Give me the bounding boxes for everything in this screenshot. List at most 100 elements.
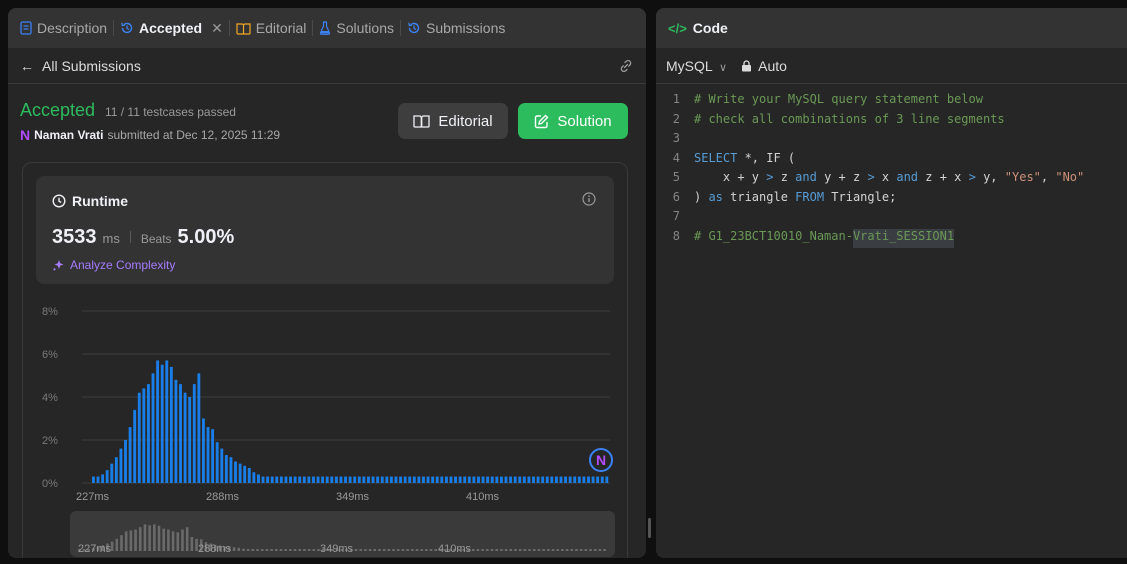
chart-bar[interactable] — [284, 476, 288, 483]
chart-bar[interactable] — [133, 409, 137, 483]
chart-bar[interactable] — [385, 476, 389, 483]
chart-bar[interactable] — [128, 427, 132, 483]
chart-bar[interactable] — [137, 392, 141, 483]
chart-bar[interactable] — [147, 384, 150, 483]
back-arrow-icon[interactable]: ← — [20, 58, 34, 74]
chart-bar[interactable] — [472, 476, 476, 483]
code-editor[interactable]: 1 # Write your MySQL query statement belo… — [656, 84, 1127, 248]
your-runtime-marker[interactable]: N — [589, 448, 613, 472]
code-line[interactable]: 1 # Write your MySQL query statement belo… — [656, 92, 1127, 112]
code-line[interactable]: 6) as triangle FROM Triangle; — [656, 190, 1127, 210]
username[interactable]: Naman Vrati — [34, 128, 103, 142]
chart-bar[interactable] — [367, 476, 370, 483]
chart-bar[interactable] — [600, 476, 604, 483]
chart-bar[interactable] — [591, 476, 595, 483]
chart-bar[interactable] — [252, 472, 256, 483]
chart-bar[interactable] — [596, 476, 600, 483]
code-line[interactable]: 2 # check all combinations of 3 line segm… — [656, 112, 1127, 132]
chart-bar[interactable] — [412, 476, 416, 483]
chart-bar[interactable] — [266, 476, 270, 483]
chart-bar[interactable] — [449, 476, 453, 483]
chart-bar[interactable] — [289, 476, 292, 483]
info-icon[interactable] — [582, 192, 596, 209]
chart-bar[interactable] — [96, 476, 100, 483]
panel-resize-handle[interactable] — [648, 518, 651, 538]
chart-bar[interactable] — [545, 476, 549, 483]
chart-bar[interactable] — [334, 476, 338, 483]
language-select[interactable]: MySQL ∨ — [666, 58, 727, 74]
chart-bar[interactable] — [564, 476, 568, 483]
chart-bar[interactable] — [206, 427, 210, 483]
chart-bar[interactable] — [559, 476, 563, 483]
chart-bar[interactable] — [307, 476, 311, 483]
chart-bar[interactable] — [151, 373, 155, 483]
chart-bar[interactable] — [536, 476, 540, 483]
chart-bar[interactable] — [426, 476, 430, 483]
code-line[interactable]: 8 # G1_23BCT10010_Naman- Vrati_SESSION1 — [656, 228, 1127, 248]
user-avatar[interactable]: N — [20, 127, 30, 143]
chart-bar[interactable] — [293, 476, 297, 483]
chart-bar[interactable] — [490, 476, 494, 483]
chart-bar[interactable] — [481, 476, 485, 483]
chart-bar[interactable] — [417, 476, 421, 483]
chart-bar[interactable] — [399, 476, 402, 483]
chart-bar[interactable] — [518, 476, 522, 483]
chart-bar[interactable] — [509, 476, 512, 483]
chart-bar[interactable] — [316, 476, 320, 483]
chart-bar[interactable] — [101, 474, 105, 483]
auto-mode[interactable]: Auto — [741, 58, 787, 74]
chart-bar[interactable] — [527, 476, 531, 483]
chart-range-minimap[interactable]: 227ms 288ms 349ms 410ms — [70, 511, 615, 557]
chart-bar[interactable] — [467, 476, 471, 483]
chart-bar[interactable] — [353, 476, 357, 483]
chart-bar[interactable] — [504, 476, 508, 483]
chart-bar[interactable] — [362, 476, 366, 483]
tab-solutions[interactable]: Solutions — [319, 20, 394, 36]
chart-bar[interactable] — [169, 366, 173, 483]
chart-bar[interactable] — [431, 476, 435, 483]
chart-bar[interactable] — [344, 476, 347, 483]
chart-bar[interactable] — [234, 461, 237, 484]
chart-bar[interactable] — [376, 476, 380, 483]
chart-bar[interactable] — [270, 476, 274, 483]
chart-bar[interactable] — [440, 476, 444, 483]
analyze-complexity-link[interactable]: Analyze Complexity — [52, 258, 175, 272]
chart-bar[interactable] — [577, 476, 581, 483]
chart-bar[interactable] — [389, 476, 393, 483]
chart-bar[interactable] — [174, 379, 178, 483]
solution-button[interactable]: Solution — [518, 103, 628, 139]
tab-description[interactable]: Description — [20, 20, 107, 36]
chart-bar[interactable] — [422, 476, 425, 483]
link-icon[interactable] — [618, 58, 634, 77]
chart-bar[interactable] — [499, 476, 503, 483]
chart-bar[interactable] — [215, 442, 219, 483]
code-line[interactable]: 7 — [656, 209, 1127, 229]
chart-bar[interactable] — [275, 476, 279, 483]
close-icon[interactable]: ✕ — [211, 20, 223, 37]
chart-bar[interactable] — [550, 476, 554, 483]
chart-bar[interactable] — [444, 476, 448, 483]
chart-bar[interactable] — [463, 476, 467, 483]
chart-bar[interactable] — [458, 476, 462, 483]
chart-bar[interactable] — [224, 455, 228, 483]
chart-bar[interactable] — [302, 476, 306, 483]
code-line[interactable]: 5 x + y > z and y + z > x and z + x > y,… — [656, 170, 1127, 190]
chart-bar[interactable] — [105, 470, 109, 483]
editorial-button[interactable]: Editorial — [398, 103, 508, 139]
chart-bar[interactable] — [160, 364, 164, 483]
chart-bar[interactable] — [220, 448, 224, 483]
chart-bar[interactable] — [325, 476, 329, 483]
tab-submissions[interactable]: Submissions — [407, 20, 505, 36]
chart-bar[interactable] — [554, 476, 558, 483]
chart-bar[interactable] — [202, 418, 205, 484]
chart-bar[interactable] — [513, 476, 517, 483]
runtime-distribution-chart[interactable]: 0% 2% 4% 6% 8% 227ms 288ms 349ms 410ms N — [36, 293, 616, 505]
chart-bar[interactable] — [165, 360, 169, 483]
all-submissions-link[interactable]: All Submissions — [42, 58, 141, 74]
chart-bar[interactable] — [110, 463, 114, 483]
tab-editorial[interactable]: Editorial — [236, 20, 306, 36]
chart-bar[interactable] — [179, 384, 182, 483]
code-line[interactable]: 4 SELECT *, IF ( — [656, 151, 1127, 171]
chart-bar[interactable] — [541, 476, 545, 483]
chart-bar[interactable] — [156, 360, 160, 483]
